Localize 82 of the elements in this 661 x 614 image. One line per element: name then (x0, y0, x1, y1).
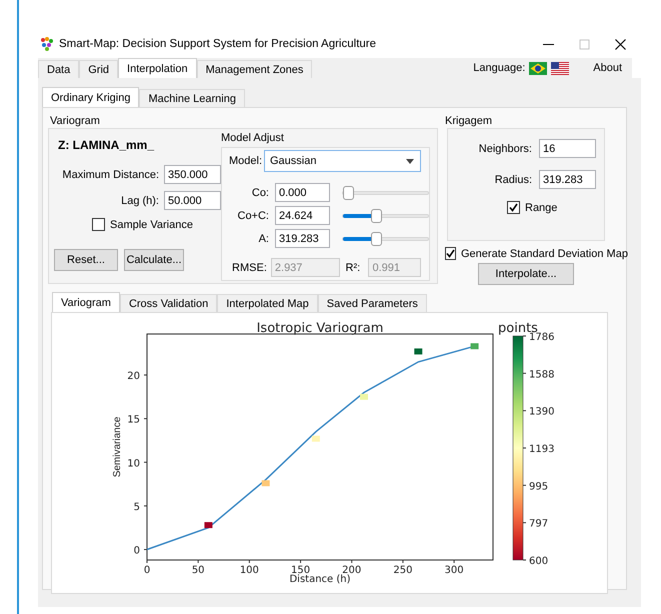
tick-label: 600 (529, 556, 548, 567)
tick-label: 0 (134, 546, 140, 557)
tick-label: 797 (529, 518, 548, 530)
tick-label: 100 (240, 565, 259, 576)
checkbox-label: Range (525, 202, 558, 214)
us-flag-icon[interactable] (551, 62, 570, 74)
data-point (262, 480, 270, 486)
text-field[interactable]: 0.000 (275, 183, 330, 202)
language-label: Language: (473, 62, 526, 74)
slider[interactable] (342, 208, 429, 224)
variable-label: Z: LAMINA_mm_ (58, 138, 156, 152)
slider-thumb[interactable] (343, 186, 354, 200)
tick-label: 250 (393, 565, 412, 576)
tick-label: 1588 (529, 369, 554, 380)
field-label: Maximum Distance: (62, 168, 159, 180)
tick-label: 995 (529, 481, 548, 492)
tick-label: 300 (444, 565, 464, 576)
tick-label: 50 (192, 565, 205, 576)
checkbox[interactable] (92, 218, 105, 231)
field-label: Co+C: (236, 210, 269, 222)
tick-label: 200 (342, 565, 362, 576)
menu-tab[interactable]: Data (38, 60, 80, 78)
field-label: Co: (250, 186, 269, 198)
result-tab[interactable]: Variogram (52, 292, 120, 312)
data-point (312, 436, 320, 442)
app-icon (40, 37, 55, 51)
text-field[interactable]: 319.283 (275, 229, 330, 248)
data-point (360, 394, 368, 400)
text-field[interactable]: 50.000 (164, 191, 221, 210)
brazil-flag-icon[interactable] (529, 62, 548, 74)
chart-title: Isotropic Variogram (256, 322, 384, 336)
group-title: Model Adjust (221, 131, 285, 146)
method-tab[interactable]: Machine Learning (139, 89, 245, 107)
button[interactable]: Calculate... (124, 249, 184, 271)
tick-label: 0 (144, 565, 150, 576)
group-title: Krigagem (445, 114, 494, 128)
menu-tab[interactable]: Grid (79, 60, 118, 78)
caret-icon (406, 158, 414, 164)
data-point (470, 343, 479, 350)
text-field[interactable]: 16 (539, 139, 596, 158)
tick-label: 10 (127, 458, 140, 470)
checkbox-label: Generate Standard Deviation Map (461, 248, 628, 260)
tick-label: 15 (127, 414, 140, 426)
tick-label: 5 (134, 502, 140, 513)
field-label: Neighbors: (478, 142, 532, 154)
text-field[interactable]: 24.624 (275, 206, 330, 225)
field-label: R²: (346, 262, 362, 274)
field-label: Radius: (494, 174, 532, 186)
text-field[interactable]: 319.283 (539, 170, 596, 189)
model-dropdown[interactable]: Gaussian (264, 150, 421, 172)
field-label: RMSE: (231, 262, 267, 274)
slider[interactable] (342, 184, 429, 200)
checkbox-label: Sample Variance (110, 218, 193, 230)
window-title: Smart-Map: Decision Support System for Precision Agriculture (59, 38, 376, 50)
field-label: Lag (h): (121, 194, 159, 206)
slider-thumb[interactable] (371, 208, 382, 222)
data-point (414, 348, 422, 354)
text-field[interactable]: 350.000 (164, 165, 221, 184)
tick-label: 1390 (529, 406, 554, 418)
checkbox[interactable] (507, 201, 520, 214)
result-tab[interactable]: Cross Validation (120, 294, 218, 312)
checkbox[interactable] (445, 247, 456, 260)
slider[interactable] (342, 230, 429, 246)
slider-thumb[interactable] (371, 232, 382, 246)
axis-title: Distance (h) (289, 574, 351, 584)
menu-tab[interactable]: Management Zones (196, 60, 312, 78)
button[interactable]: Reset... (54, 249, 118, 271)
menu-tab[interactable]: Interpolation (118, 58, 197, 78)
field-label: A: (258, 232, 269, 244)
axis-title: Semivariance (112, 416, 123, 478)
tick-label: 1193 (529, 444, 554, 455)
result-tab[interactable]: Saved Parameters (318, 294, 427, 312)
close-icon[interactable] (614, 38, 626, 50)
interpolate-button[interactable]: Interpolate... (478, 263, 574, 285)
tick-label: 20 (127, 371, 140, 382)
data-point (204, 522, 212, 528)
group-title: Variogram (49, 114, 101, 128)
method-tab[interactable]: Ordinary Kriging (42, 87, 140, 107)
result-tab[interactable]: Interpolated Map (217, 294, 318, 312)
field-label: Model: (229, 155, 262, 167)
about-menu[interactable]: About (593, 62, 622, 74)
maximize-icon (578, 38, 590, 50)
